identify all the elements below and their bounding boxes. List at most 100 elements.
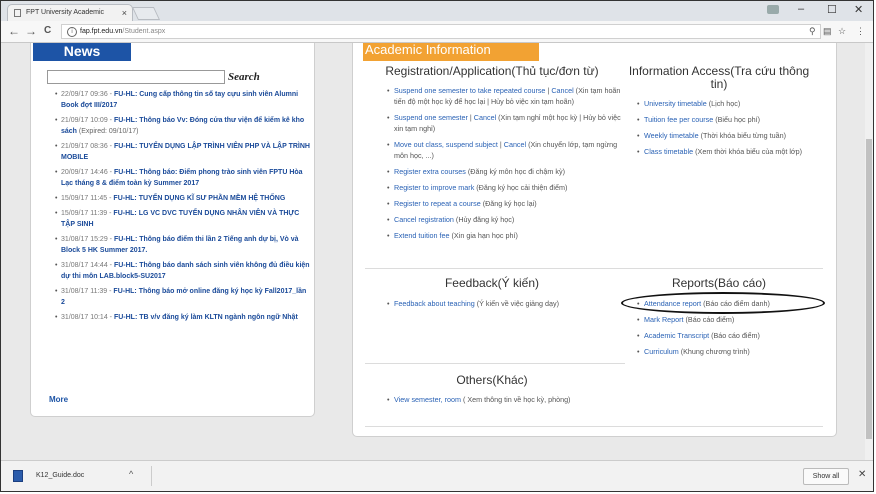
link-description: (Đăng ký học cải thiện điểm) (474, 183, 568, 192)
academic-link[interactable]: Curriculum (644, 347, 679, 356)
close-tab-icon[interactable]: × (122, 5, 127, 21)
academic-link[interactable]: Cancel (504, 140, 526, 149)
link-item: Weekly timetable (Thời khóa biểu từng tu… (637, 130, 822, 141)
news-expiry: (Expired: 09/10/17) (78, 128, 139, 135)
close-window-icon[interactable]: ✕ (854, 3, 863, 16)
academic-link[interactable]: Weekly timetable (644, 131, 699, 140)
maximize-icon[interactable]: ☐ (827, 3, 837, 16)
download-divider (151, 466, 152, 486)
news-item: 21/09/17 08:36 - FU-HL: TUYỂN DỤNG LẬP T… (55, 141, 311, 163)
page-content: News Search 22/09/17 09:36 - FU-HL: Cung… (1, 43, 873, 460)
link-item: View semester, room ( Xem thông tin về h… (387, 394, 599, 405)
info-icon[interactable]: i (67, 27, 77, 37)
translate-icon[interactable]: ▤ (823, 26, 832, 37)
academic-link[interactable]: Class timetable (644, 147, 693, 156)
link-description: (Báo cáo điểm) (709, 331, 760, 340)
academic-link[interactable]: Cancel (551, 86, 573, 95)
browser-tab[interactable]: FPT University Academic × (7, 4, 133, 21)
link-item: University timetable (Lịch học) (637, 98, 822, 109)
academic-link[interactable]: Cancel registration (394, 215, 454, 224)
news-search-input[interactable] (47, 70, 225, 84)
news-title-link[interactable]: FU-HL: TUYỂN DỤNG KĨ SƯ PHẦN MỀM HỆ THỐN… (113, 195, 285, 202)
link-description: (Thời khóa biểu từng tuần) (698, 131, 787, 140)
news-item: 20/09/17 14:46 - FU-HL: Thông báo: Điểm … (55, 167, 311, 189)
link-item: Mark Report (Báo cáo điểm) (637, 314, 824, 325)
menu-icon[interactable]: ⋮ (856, 26, 865, 37)
scrollbar-thumb[interactable] (866, 139, 872, 439)
scrollbar[interactable] (865, 43, 873, 460)
academic-link[interactable]: Cancel (474, 113, 496, 122)
link-item: Tuition fee per course (Biểu học phí) (637, 114, 822, 125)
news-item: 21/09/17 10:09 - FU-HL: Thông báo Vv: Đó… (55, 115, 311, 137)
section-divider (365, 363, 625, 364)
link-description: (Đăng ký môn học đi chậm kỳ) (465, 167, 565, 176)
news-date: 21/09/17 08:36 - (61, 143, 112, 150)
word-doc-icon (13, 470, 23, 482)
search-button[interactable]: Search (228, 71, 260, 83)
news-date: 31/08/17 10:14 - (61, 314, 112, 321)
reports-title: Reports(Báo cáo) (671, 276, 767, 290)
news-header: News (33, 43, 131, 61)
back-icon[interactable]: ← (8, 24, 20, 38)
section-divider (365, 426, 823, 427)
new-tab-button[interactable] (131, 7, 161, 20)
close-download-bar-icon[interactable]: ✕ (858, 469, 866, 480)
tab-bar: FPT University Academic × – ☐ ✕ (1, 1, 873, 21)
academic-link[interactable]: Register to improve mark (394, 183, 474, 192)
academic-link[interactable]: View semester, room (394, 395, 461, 404)
link-description: (Lịch học) (706, 99, 741, 108)
link-description: (Hủy đăng ký học) (453, 215, 515, 224)
academic-link[interactable]: Register to repeat a course (394, 199, 481, 208)
reload-icon[interactable]: C (44, 25, 51, 36)
link-item: Class timetable (Xem thời khóa biểu của … (637, 146, 822, 157)
academic-link[interactable]: Academic Transcript (644, 331, 709, 340)
bookmark-star-icon[interactable]: ☆ (838, 26, 846, 37)
registration-list: Suspend one semester to take repeated co… (387, 85, 622, 246)
others-title: Others(Khác) (456, 373, 528, 387)
link-item: Register to improve mark (Đăng ký học cả… (387, 182, 622, 193)
news-item: 31/08/17 15:29 - FU-HL: Thông báo điểm t… (55, 234, 311, 256)
news-list: 22/09/17 09:36 - FU-HL: Cung cấp thông t… (55, 89, 311, 327)
link-item: Curriculum (Khung chương trình) (637, 346, 824, 357)
url-input[interactable]: i fap.fpt.edu.vn/Student.aspx (61, 24, 821, 39)
registration-title: Registration/Application(Thủ tục/đơn từ) (385, 64, 599, 78)
news-title-link[interactable]: FU-HL: TB v/v đăng ký làm KLTN ngành ngô… (114, 314, 298, 321)
address-bar: ← → C i fap.fpt.edu.vn/Student.aspx ⚲ ▤ … (1, 21, 873, 43)
academic-link[interactable]: Mark Report (644, 315, 684, 324)
news-date: 20/09/17 14:46 - (61, 169, 112, 176)
feedback-list: Feedback about teaching (Ý kiến về việc … (387, 298, 619, 314)
link-description: (Ý kiến về việc giảng dạy) (474, 299, 560, 308)
link-item: Suspend one semester | Cancel (Xin tạm n… (387, 112, 622, 134)
download-file-name[interactable]: K12_Guide.doc (36, 472, 84, 479)
zoom-icon[interactable]: ⚲ (809, 26, 816, 37)
link-item: Cancel registration (Hủy đăng ký học) (387, 214, 622, 225)
news-date: 15/09/17 11:39 - (61, 210, 112, 217)
url-host: fap.fpt.edu.vn (80, 28, 123, 35)
academic-link[interactable]: Tuition fee per course (644, 115, 713, 124)
academic-link[interactable]: University timetable (644, 99, 707, 108)
tab-title: FPT University Academic (26, 9, 105, 16)
link-description: (Biểu học phí) (713, 115, 760, 124)
link-item: Suspend one semester to take repeated co… (387, 85, 622, 107)
news-date: 31/08/17 11:39 - (61, 288, 112, 295)
minimize-icon[interactable]: – (798, 3, 804, 15)
academic-link[interactable]: Suspend one semester to take repeated co… (394, 86, 545, 95)
profile-icon[interactable] (767, 5, 779, 14)
link-item: Move out class, suspend subject | Cancel… (387, 139, 622, 161)
academic-link[interactable]: Suspend one semester (394, 113, 468, 122)
academic-link[interactable]: Register extra courses (394, 167, 466, 176)
highlight-ellipse (621, 292, 825, 314)
chevron-up-icon[interactable]: ^ (129, 469, 133, 479)
academic-header: Academic Information (363, 43, 539, 61)
show-all-button[interactable]: Show all (803, 468, 849, 485)
academic-link[interactable]: Move out class, suspend subject (394, 140, 498, 149)
forward-icon[interactable]: → (25, 24, 37, 38)
academic-link[interactable]: Extend tuition fee (394, 231, 450, 240)
news-date: 31/08/17 15:29 - (61, 236, 112, 243)
news-item: 22/09/17 09:36 - FU-HL: Cung cấp thông t… (55, 89, 311, 111)
academic-link[interactable]: Feedback about teaching (394, 299, 475, 308)
news-item: 31/08/17 11:39 - FU-HL: Thông báo mở onl… (55, 286, 311, 308)
others-list: View semester, room ( Xem thông tin về h… (387, 394, 599, 410)
more-link[interactable]: More (49, 395, 68, 404)
news-item: 15/09/17 11:39 - FU-HL: LG VC DVC TUYỂN … (55, 208, 311, 230)
